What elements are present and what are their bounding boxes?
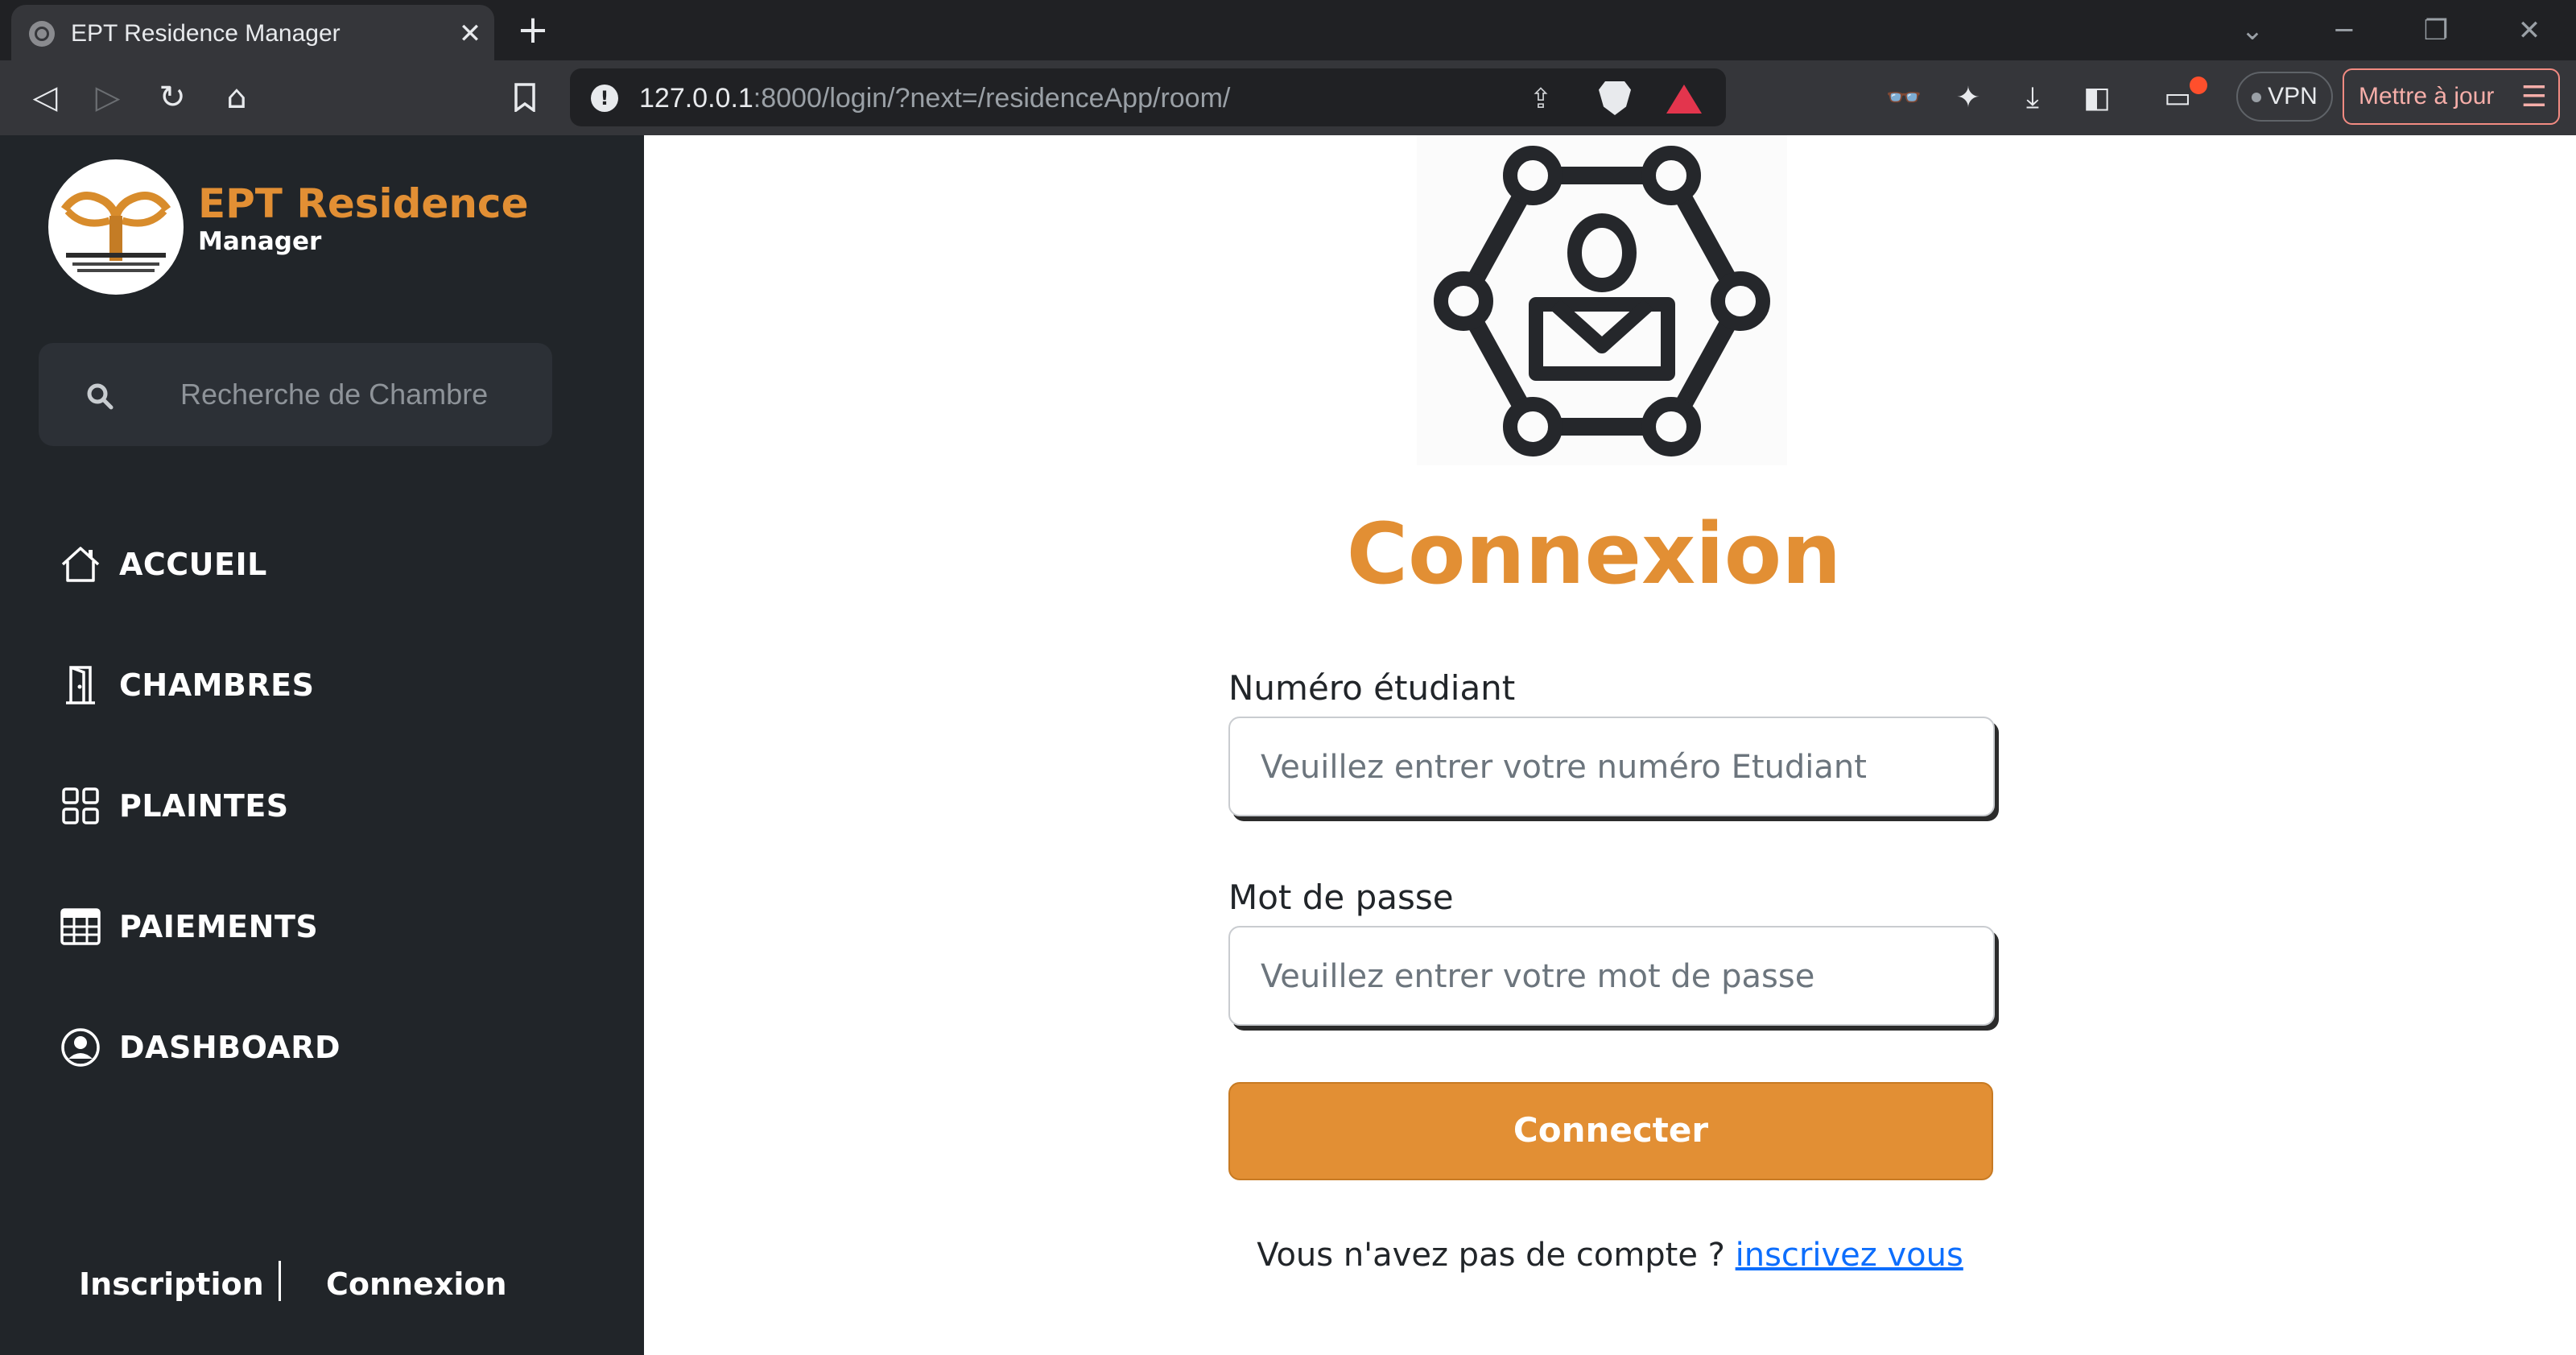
notification-dot bbox=[2190, 76, 2207, 94]
sidebar-item-label: CHAMBRES bbox=[119, 667, 315, 703]
browser-tab[interactable]: EPT Residence Manager ✕ bbox=[11, 5, 494, 60]
table-icon bbox=[60, 908, 101, 945]
tab-search-icon[interactable]: ⌄ bbox=[2227, 10, 2278, 52]
sidebar: EPT Residence Manager ACCUEIL CHAMBRES P… bbox=[0, 135, 644, 1355]
password-label: Mot de passe bbox=[1228, 878, 1454, 917]
brand-name: EPT Residence bbox=[198, 180, 529, 227]
home-icon bbox=[61, 547, 100, 582]
brave-shields-icon[interactable] bbox=[1599, 81, 1631, 115]
forward-icon[interactable]: ▷ bbox=[84, 73, 132, 122]
menu-icon[interactable]: ☰ bbox=[2521, 70, 2547, 123]
sidebar-item-chambres[interactable]: CHAMBRES bbox=[60, 657, 314, 713]
user-circle-icon bbox=[61, 1028, 100, 1067]
sidebar-item-label: ACCUEIL bbox=[119, 547, 267, 582]
no-account-text: Vous n'avez pas de compte ? bbox=[1257, 1237, 1736, 1274]
update-button[interactable]: Mettre à jour ☰ bbox=[2343, 68, 2560, 125]
room-search bbox=[39, 343, 552, 446]
brave-rewards-icon[interactable] bbox=[1666, 85, 1702, 114]
login-link[interactable]: Connexion bbox=[326, 1264, 507, 1304]
vpn-button[interactable]: VPN bbox=[2236, 72, 2333, 122]
sidebar-item-paiements[interactable]: PAIEMENTS bbox=[60, 899, 318, 955]
ept-logo[interactable] bbox=[48, 159, 184, 295]
home-icon[interactable]: ⌂ bbox=[213, 73, 261, 122]
site-info-icon[interactable]: ! bbox=[591, 85, 618, 112]
connect-button[interactable]: Connecter bbox=[1228, 1082, 1993, 1180]
back-icon[interactable]: ◁ bbox=[21, 73, 69, 122]
new-tab-icon[interactable]: + bbox=[512, 10, 554, 52]
main-content: Connexion Numéro étudiant Mot de passe C… bbox=[644, 135, 2576, 1355]
register-link[interactable]: inscrivez vous bbox=[1736, 1237, 1963, 1274]
room-search-input[interactable] bbox=[180, 367, 535, 422]
download-icon[interactable]: ⤓ bbox=[2013, 78, 2053, 118]
password-field bbox=[1228, 926, 1995, 1026]
sidebar-footer: Inscription Connexion bbox=[0, 1254, 644, 1319]
sidebar-item-label: PLAINTES bbox=[119, 788, 289, 824]
sidebar-item-dashboard[interactable]: DASHBOARD bbox=[60, 1019, 341, 1076]
student-number-field bbox=[1228, 717, 1995, 816]
sidebar-toggle-icon[interactable]: ◧ bbox=[2077, 78, 2117, 118]
sidebar-item-label: DASHBOARD bbox=[119, 1030, 341, 1065]
page-title: Connexion bbox=[1346, 505, 1842, 603]
browser-toolbar: ◁ ▷ ↻ ⌂ ! 127.0.0.1:8000/login/?next=/re… bbox=[0, 60, 2576, 135]
share-icon[interactable]: ⇪ bbox=[1523, 81, 1558, 117]
close-tab-icon[interactable]: ✕ bbox=[452, 16, 488, 52]
browser-tab-bar: EPT Residence Manager ✕ + ⌄ ─ ❐ ✕ bbox=[0, 0, 2576, 60]
brand-subtitle: Manager bbox=[198, 227, 322, 256]
vpn-label: VPN bbox=[2268, 83, 2318, 109]
restore-icon[interactable]: ❐ bbox=[2410, 10, 2462, 52]
student-number-label: Numéro étudiant bbox=[1228, 668, 1516, 708]
sidebar-item-accueil[interactable]: ACCUEIL bbox=[60, 536, 267, 593]
extension-glasses-icon[interactable]: 👓 bbox=[1884, 78, 1924, 118]
globe-icon bbox=[29, 21, 55, 47]
minimize-icon[interactable]: ─ bbox=[2318, 10, 2370, 52]
update-label: Mettre à jour bbox=[2359, 83, 2495, 109]
network-user-icon bbox=[1417, 135, 1787, 465]
sidebar-item-label: PAIEMENTS bbox=[119, 909, 319, 944]
vpn-status-dot bbox=[2252, 93, 2262, 103]
footer-divider bbox=[279, 1261, 281, 1301]
sidebar-item-plaintes[interactable]: PLAINTES bbox=[60, 778, 289, 834]
url-text[interactable]: 127.0.0.1:8000/login/?next=/residenceApp… bbox=[639, 82, 1230, 114]
extensions-puzzle-icon[interactable]: ✦ bbox=[1948, 78, 1988, 118]
door-icon bbox=[66, 666, 95, 704]
signup-link[interactable]: Inscription bbox=[79, 1264, 264, 1304]
search-icon[interactable] bbox=[85, 382, 114, 411]
student-number-input[interactable] bbox=[1261, 737, 1969, 797]
close-window-icon[interactable]: ✕ bbox=[2504, 10, 2555, 52]
brand[interactable]: EPT Residence Manager bbox=[198, 180, 528, 256]
bookmark-icon[interactable] bbox=[501, 73, 549, 122]
reload-icon[interactable]: ↻ bbox=[148, 73, 196, 122]
signup-prompt: Vous n'avez pas de compte ? inscrivez vo… bbox=[644, 1235, 2576, 1275]
password-input[interactable] bbox=[1261, 947, 1969, 1006]
address-bar[interactable]: ! 127.0.0.1:8000/login/?next=/residenceA… bbox=[570, 68, 1726, 126]
tab-title: EPT Residence Manager bbox=[71, 20, 341, 47]
grid-icon bbox=[62, 787, 99, 824]
